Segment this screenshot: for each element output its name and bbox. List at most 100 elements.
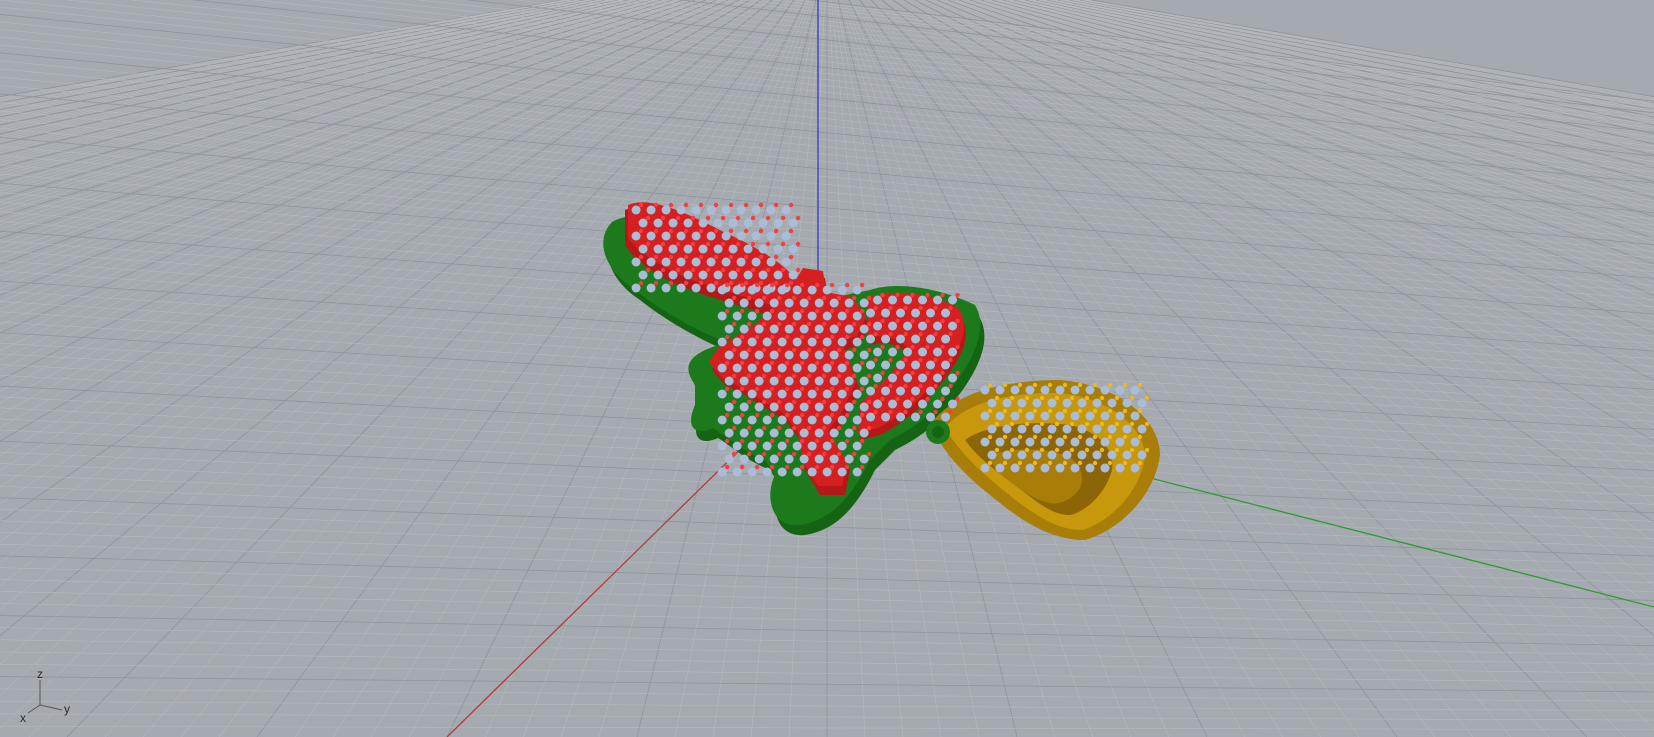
gem-stone [1070, 463, 1080, 473]
prong [776, 399, 782, 405]
gem-stone [781, 257, 791, 267]
grid-line [0, 0, 627, 143]
gem-stone [1100, 463, 1110, 473]
gem-stone [754, 454, 764, 464]
prong [903, 357, 908, 363]
prong [746, 295, 752, 301]
grid-line [0, 0, 638, 153]
prong [799, 464, 805, 470]
prong [743, 202, 749, 208]
gem-stone [683, 244, 693, 254]
prong [814, 360, 820, 366]
grid-line [914, 0, 1654, 381]
gem-stone [739, 350, 749, 360]
prong [791, 347, 797, 353]
prong [761, 399, 767, 405]
gem-stone [903, 373, 913, 383]
prong [754, 334, 760, 340]
gem-stone [829, 428, 839, 438]
grid-line [1071, 0, 1654, 109]
prong [844, 282, 850, 288]
gem-stone [844, 324, 854, 334]
gem-stone [837, 311, 847, 321]
gem-stone [631, 257, 641, 267]
gem-stone [792, 389, 802, 399]
gem-stone [1085, 463, 1095, 473]
grid-line [950, 0, 1654, 259]
prong [829, 438, 835, 444]
prong [948, 357, 953, 363]
gem-stone [653, 270, 663, 280]
gem-stone [777, 389, 787, 399]
prong [859, 438, 865, 444]
prong [903, 409, 908, 415]
prong [1114, 447, 1120, 453]
prong [829, 360, 835, 366]
gem-stone [1025, 385, 1035, 395]
gem-stone [837, 337, 847, 347]
gem-stone [706, 205, 716, 215]
prong [1009, 395, 1015, 401]
prong [851, 373, 857, 379]
prong [799, 386, 805, 392]
gem-stone [822, 337, 832, 347]
prong [743, 254, 749, 260]
perspective-viewport[interactable]: z y x [0, 0, 1654, 737]
gem-stone [698, 218, 708, 228]
gem-stone [631, 205, 641, 215]
prong [836, 321, 842, 327]
prong [773, 280, 779, 286]
prong [739, 438, 745, 444]
gem-stone [792, 415, 802, 425]
prong [918, 409, 923, 415]
gem-stone [1070, 437, 1080, 447]
gem-stone [661, 231, 671, 241]
prong [791, 399, 797, 405]
prong [1099, 421, 1105, 427]
gem-stone [1122, 450, 1132, 460]
gem-stone [747, 415, 757, 425]
prong [1099, 447, 1105, 453]
prong [645, 241, 651, 247]
gem-stone [799, 376, 809, 386]
prong [660, 267, 666, 273]
prong [1084, 395, 1090, 401]
gem-stone [888, 321, 898, 331]
gem-stone [736, 231, 746, 241]
gem-stone [676, 283, 686, 293]
prong [776, 425, 782, 431]
prong [829, 412, 835, 418]
prong [844, 360, 850, 366]
prong [1122, 382, 1128, 388]
gem-stone [706, 257, 716, 267]
prong [1084, 421, 1090, 427]
gem-stone [631, 231, 641, 241]
gem-stone [784, 428, 794, 438]
gem-stone [852, 337, 862, 347]
gem-stone [784, 298, 794, 308]
scene-canvas[interactable]: z y x [0, 0, 1654, 737]
gem-stone [747, 467, 757, 477]
prong [1039, 421, 1045, 427]
prong [821, 425, 827, 431]
gem-stone [713, 270, 723, 280]
prong [955, 370, 960, 376]
prong [1024, 447, 1030, 453]
prong [638, 228, 644, 234]
gem-stone [933, 295, 943, 305]
gem-stone [732, 467, 742, 477]
prong [724, 464, 730, 470]
prong [780, 241, 786, 247]
gem-stone [1032, 398, 1042, 408]
prong [829, 282, 835, 288]
gem-stone [896, 334, 906, 344]
prong [1024, 395, 1030, 401]
gem-stone [1047, 424, 1057, 434]
gem-stone [933, 321, 943, 331]
gem-stone [777, 415, 787, 425]
gem-stone [784, 454, 794, 464]
gem-stone [852, 415, 862, 425]
prong [653, 280, 659, 286]
gem-stone [638, 244, 648, 254]
gem-stone [1085, 437, 1095, 447]
